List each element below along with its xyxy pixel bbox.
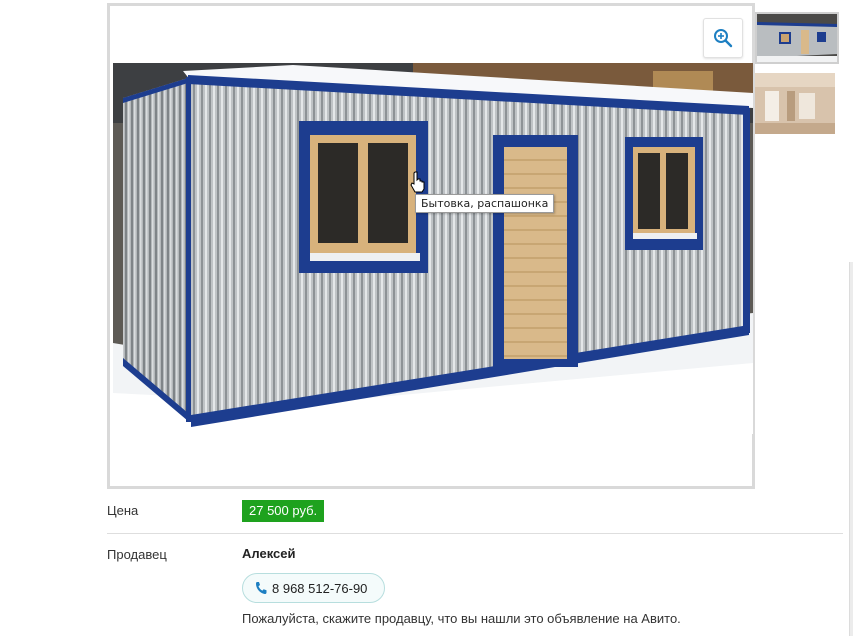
seller-note: Пожалуйста, скажите продавцу, что вы наш… — [242, 611, 681, 626]
phone-number: 8 968 512-76-90 — [272, 580, 368, 596]
avito-watermark: Avito — [678, 398, 722, 420]
zoom-in-icon — [714, 29, 733, 48]
page-scrollbar[interactable] — [849, 262, 853, 636]
seller-name: Алексей — [242, 546, 296, 561]
image-tooltip: Бытовка, распашонка — [415, 194, 555, 213]
phone-button[interactable]: 8 968 512-76-90 — [242, 573, 385, 603]
price-value: 27 500 руб. — [242, 500, 325, 522]
phone-icon — [256, 582, 267, 595]
price-label: Цена — [107, 503, 139, 518]
photo-gallery: Avito — [107, 3, 755, 489]
zoom-button[interactable] — [703, 18, 743, 58]
thumbnail-1[interactable] — [755, 12, 839, 64]
seller-label: Продавец — [107, 547, 167, 562]
thumbnail-2[interactable] — [755, 73, 835, 134]
main-photo[interactable]: Avito — [113, 63, 753, 434]
divider — [107, 533, 843, 534]
